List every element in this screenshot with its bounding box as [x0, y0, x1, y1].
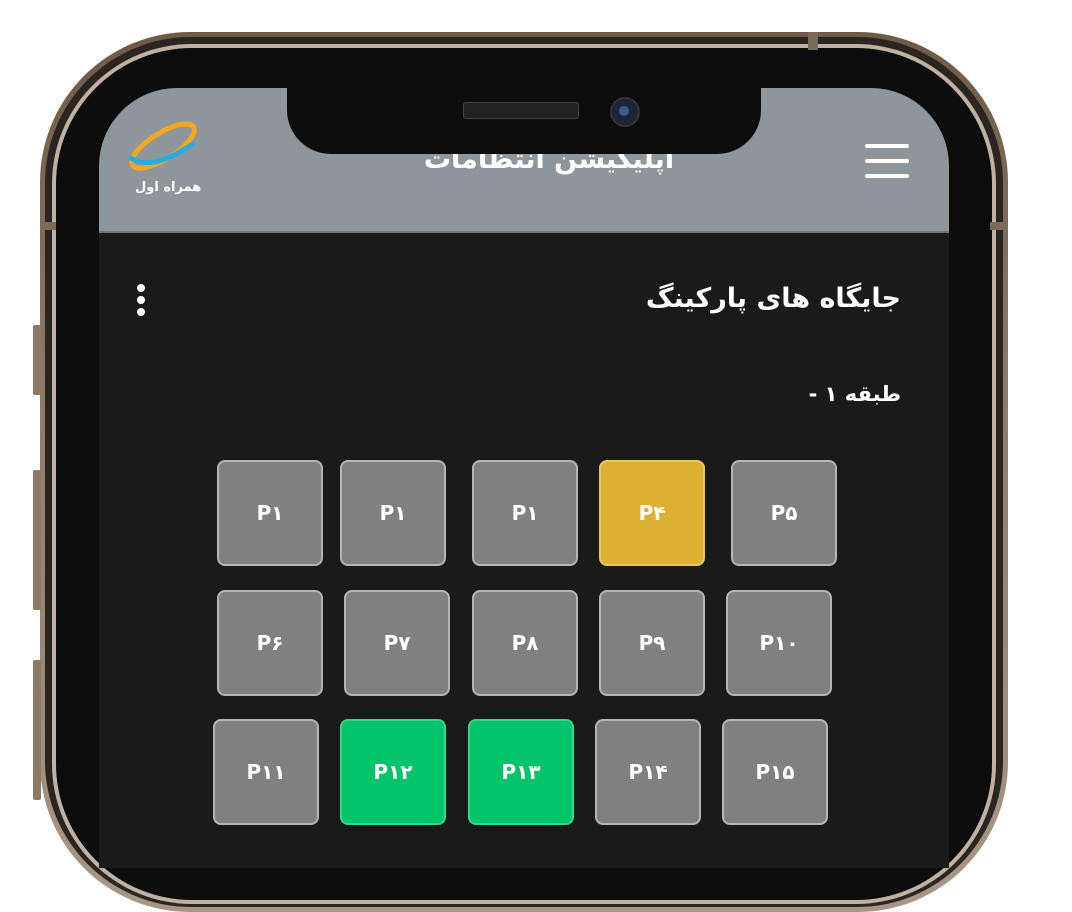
parking-spot[interactable]: P۴ [599, 460, 705, 566]
page-title: جایگاه های پارکینگ [645, 283, 901, 314]
volume-down-button [33, 660, 41, 800]
kebab-menu-icon[interactable] [135, 284, 147, 324]
parking-spot[interactable]: P۷ [344, 590, 450, 696]
antenna-band [40, 222, 56, 230]
phone-screen: همراه اول اپلیکیشن انتظامات جایگاه های پ… [99, 88, 949, 868]
logo-text: همراه اول [135, 180, 202, 195]
parking-spot[interactable]: P۶ [217, 590, 323, 696]
parking-spot[interactable]: P۱۲ [340, 719, 446, 825]
parking-spot[interactable]: P۵ [731, 460, 837, 566]
hamburger-menu-icon[interactable] [865, 144, 909, 178]
parking-spot[interactable]: P۸ [472, 590, 578, 696]
parking-spot[interactable]: P۱۴ [595, 719, 701, 825]
parking-spot[interactable]: P۱۱ [213, 719, 319, 825]
parking-spot[interactable]: P۹ [599, 590, 705, 696]
parking-spot[interactable]: P۱ [340, 460, 446, 566]
parking-spot[interactable]: P۱۳ [468, 719, 574, 825]
parking-spot[interactable]: P۱ [472, 460, 578, 566]
front-camera [610, 97, 640, 127]
parking-spot[interactable]: P۱۰ [726, 590, 832, 696]
parking-spot[interactable]: P۱۵ [722, 719, 828, 825]
antenna-band [808, 32, 818, 50]
antenna-band [990, 222, 1008, 230]
parking-spot[interactable]: P۱ [217, 460, 323, 566]
silent-switch [33, 325, 41, 395]
floor-label: طبقه ۱ - [808, 382, 901, 406]
volume-up-button [33, 470, 41, 610]
earpiece-speaker [463, 102, 579, 119]
phone-notch [287, 88, 761, 154]
